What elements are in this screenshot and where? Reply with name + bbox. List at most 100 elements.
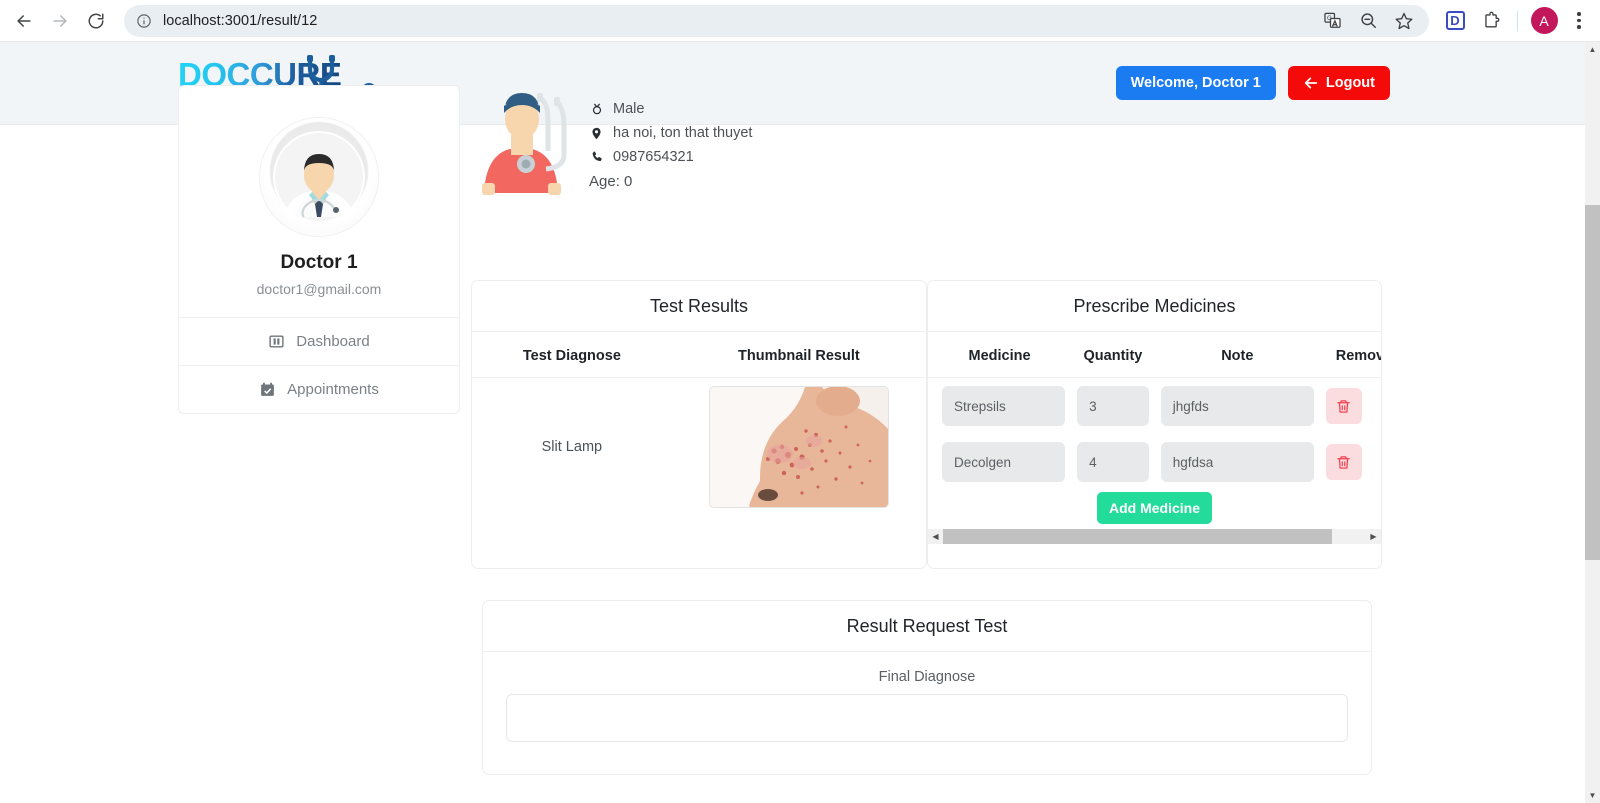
test-results-title: Test Results bbox=[472, 281, 926, 332]
cell-note: hgfdsa bbox=[1155, 434, 1320, 490]
result-request-card: Result Request Test Final Diagnose bbox=[482, 600, 1372, 775]
patient-avatar bbox=[478, 85, 573, 195]
prescribe-table: Medicine Quantity Note Remove Strepsils bbox=[928, 332, 1381, 490]
forward-button[interactable] bbox=[44, 5, 76, 37]
patient-details: Male ha noi, ton that thuyet 0987654321 … bbox=[589, 85, 752, 190]
final-diagnose-input[interactable] bbox=[506, 694, 1348, 742]
table-header-row: Test Diagnose Thumbnail Result bbox=[472, 332, 926, 378]
quantity-input[interactable]: 4 bbox=[1077, 442, 1149, 482]
remove-medicine-button[interactable] bbox=[1325, 444, 1362, 480]
table-row: Decolgen 4 hgfdsa bbox=[928, 434, 1381, 490]
note-input[interactable]: hgfdsa bbox=[1160, 442, 1314, 482]
profile-button[interactable]: A bbox=[1528, 5, 1560, 37]
col-quantity: Quantity bbox=[1071, 332, 1155, 378]
dashboard-columns-icon bbox=[268, 333, 285, 350]
sidebar: Doctor 1 doctor1@gmail.com Dashboard App… bbox=[178, 85, 460, 414]
sidebar-doctor-name: Doctor 1 bbox=[280, 252, 358, 273]
sidebar-item-appointments[interactable]: Appointments bbox=[179, 365, 459, 413]
add-medicine-wrap: Add Medicine bbox=[928, 492, 1381, 524]
browser-actions: D A bbox=[1439, 5, 1600, 37]
browser-toolbar: localhost:3001/result/12 G D A bbox=[0, 0, 1600, 42]
table-header-row: Medicine Quantity Note Remove bbox=[928, 332, 1381, 378]
calendar-check-icon bbox=[259, 381, 276, 398]
col-thumbnail-result: Thumbnail Result bbox=[671, 332, 926, 378]
patient-phone-row: 0987654321 bbox=[589, 149, 752, 165]
add-medicine-button[interactable]: Add Medicine bbox=[1096, 492, 1212, 524]
cell-remove bbox=[1320, 434, 1381, 490]
gender-icon bbox=[589, 102, 604, 116]
patient-gender-row: Male bbox=[589, 101, 752, 117]
doctor-avatar bbox=[260, 118, 378, 236]
scroll-up-arrow-icon[interactable]: ▲ bbox=[1585, 42, 1600, 57]
col-test-diagnose: Test Diagnose bbox=[472, 332, 672, 378]
cell-quantity: 3 bbox=[1071, 378, 1155, 435]
toolbar-divider bbox=[1517, 10, 1518, 31]
prescribe-horizontal-scrollbar[interactable]: ◀ ▶ bbox=[928, 529, 1381, 544]
test-results-card: Test Results Test Diagnose Thumbnail Res… bbox=[471, 280, 927, 569]
test-results-table: Test Diagnose Thumbnail Result Slit Lamp bbox=[472, 332, 926, 516]
reload-button[interactable] bbox=[80, 5, 112, 37]
skin-condition-photo[interactable] bbox=[708, 386, 889, 508]
scroll-left-arrow-icon[interactable]: ◀ bbox=[928, 529, 943, 544]
cell-medicine: Decolgen bbox=[928, 434, 1071, 490]
prescribe-medicines-card: Prescribe Medicines Medicine Quantity No… bbox=[927, 280, 1382, 569]
cell-note: jhgfds bbox=[1155, 378, 1320, 435]
browser-menu-button[interactable] bbox=[1564, 6, 1594, 36]
table-row: Strepsils 3 jhgfds bbox=[928, 378, 1381, 435]
table-row: Slit Lamp bbox=[472, 378, 926, 517]
patient-summary: Male ha noi, ton that thuyet 0987654321 … bbox=[478, 85, 898, 197]
medicine-input[interactable]: Decolgen bbox=[942, 442, 1066, 482]
forward-arrow-icon bbox=[53, 14, 67, 27]
address-bar[interactable]: localhost:3001/result/12 G bbox=[124, 4, 1429, 37]
col-note: Note bbox=[1154, 332, 1320, 378]
page-viewport: DOCCURE Welcome, Doctor 1 Logout Doctor … bbox=[0, 42, 1585, 803]
cell-medicine: Strepsils bbox=[928, 378, 1071, 435]
bookmark-star-icon[interactable] bbox=[1393, 10, 1415, 32]
back-button[interactable] bbox=[8, 5, 40, 37]
zoom-out-icon[interactable] bbox=[1357, 10, 1379, 32]
page-vertical-scrollbar[interactable]: ▲ ▼ bbox=[1585, 42, 1600, 803]
sidebar-profile: Doctor 1 doctor1@gmail.com bbox=[179, 86, 459, 317]
logout-label: Logout bbox=[1325, 75, 1375, 91]
vscroll-thumb[interactable] bbox=[1585, 205, 1600, 560]
scroll-down-arrow-icon[interactable]: ▼ bbox=[1585, 788, 1600, 803]
remove-medicine-button[interactable] bbox=[1325, 388, 1362, 424]
cell-thumbnail bbox=[672, 378, 926, 517]
note-input[interactable]: jhgfds bbox=[1160, 386, 1314, 426]
cell-test-diagnose: Slit Lamp bbox=[541, 439, 603, 455]
extension-d-label: D bbox=[1445, 11, 1465, 30]
quantity-input[interactable]: 3 bbox=[1077, 386, 1149, 426]
omnibox-icons: G bbox=[1321, 10, 1417, 32]
logout-button[interactable]: Logout bbox=[1287, 66, 1390, 100]
map-pin-icon bbox=[589, 126, 604, 141]
col-medicine: Medicine bbox=[928, 332, 1072, 378]
arrow-left-icon bbox=[1304, 77, 1318, 89]
hscroll-track[interactable] bbox=[943, 529, 1366, 544]
sidebar-item-dashboard[interactable]: Dashboard bbox=[179, 317, 459, 365]
header-actions: Welcome, Doctor 1 Logout bbox=[1115, 66, 1390, 100]
back-arrow-icon bbox=[17, 14, 31, 27]
site-info-icon[interactable] bbox=[134, 11, 154, 31]
hscroll-thumb[interactable] bbox=[943, 529, 1333, 544]
medicine-input[interactable]: Strepsils bbox=[942, 386, 1066, 426]
cell-quantity: 4 bbox=[1071, 434, 1155, 490]
scroll-right-arrow-icon[interactable]: ▶ bbox=[1366, 529, 1381, 544]
sidebar-doctor-email: doctor1@gmail.com bbox=[256, 281, 382, 297]
patient-age: Age: 0 bbox=[589, 173, 633, 190]
navigation-buttons bbox=[0, 5, 112, 37]
sidebar-item-label: Dashboard bbox=[296, 333, 370, 350]
prescribe-scroll-inner: Medicine Quantity Note Remove Strepsils bbox=[928, 332, 1381, 490]
translate-icon[interactable]: G bbox=[1321, 10, 1343, 32]
patient-address: ha noi, ton that thuyet bbox=[613, 125, 753, 141]
url-text: localhost:3001/result/12 bbox=[163, 12, 318, 29]
final-diagnose-label: Final Diagnose bbox=[878, 669, 976, 685]
extension-d-button[interactable]: D bbox=[1439, 5, 1471, 37]
welcome-button[interactable]: Welcome, Doctor 1 bbox=[1115, 66, 1276, 100]
extensions-button[interactable] bbox=[1475, 5, 1507, 37]
prescribe-scroll-region: Medicine Quantity Note Remove Strepsils bbox=[928, 332, 1381, 544]
prescribe-medicines-title: Prescribe Medicines bbox=[928, 281, 1381, 332]
patient-address-row: ha noi, ton that thuyet bbox=[589, 125, 752, 141]
extensions-puzzle-icon bbox=[1484, 11, 1499, 28]
trash-icon bbox=[1337, 399, 1351, 413]
result-request-title: Result Request Test bbox=[483, 601, 1371, 652]
